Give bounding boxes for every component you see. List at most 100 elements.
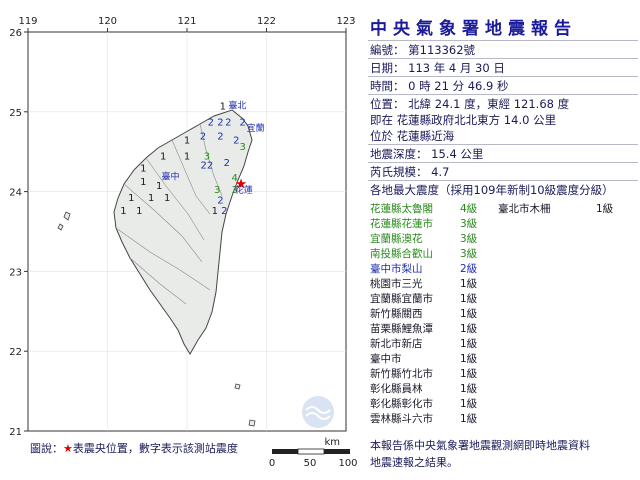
divider bbox=[368, 58, 638, 59]
station-name: 新竹縣竹北市 bbox=[370, 368, 433, 380]
station-name: 彰化縣彰化市 bbox=[370, 398, 433, 410]
station-level: 3級 bbox=[460, 218, 478, 230]
station-intensity-value: 3 bbox=[214, 185, 220, 196]
latitude-tick-label: 24 bbox=[9, 188, 22, 199]
footnote-line-1: 本報告係中央氣象署地震觀測網即時地震資料 bbox=[370, 439, 590, 452]
station-name: 苗栗縣鯉魚潭 bbox=[370, 323, 433, 335]
report-region: 位於 花蓮縣近海 bbox=[370, 129, 455, 143]
station-level: 4級 bbox=[460, 203, 478, 215]
station-level: 1級 bbox=[460, 323, 478, 335]
station-intensity-value: 2 bbox=[225, 117, 231, 128]
longitude-tick-label: 123 bbox=[336, 16, 355, 27]
station-intensity-value: 2 bbox=[217, 196, 223, 207]
station-intensity-value: 1 bbox=[184, 152, 190, 163]
station-intensity-value: 2 bbox=[217, 117, 223, 128]
station-level: 2級 bbox=[460, 263, 478, 275]
station-intensity-value: 3 bbox=[239, 142, 245, 153]
report-title: 中央氣象署地震報告 bbox=[370, 19, 577, 39]
divider bbox=[368, 162, 638, 163]
station-name: 桃園市三光 bbox=[370, 278, 423, 290]
station-intensity-value: 1 bbox=[128, 193, 134, 204]
station-intensity-value: 2 bbox=[221, 206, 227, 217]
place-label: 臺中 bbox=[162, 171, 180, 183]
epicenter-map: 119 120 121 122 123 26 25 24 23 22 21 12222212231… bbox=[0, 0, 360, 480]
intensity-header: 各地最大震度（採用109年新制10級震度分級） bbox=[370, 183, 614, 197]
place-label: 臺北 bbox=[228, 100, 246, 112]
station-level: 1級 bbox=[460, 383, 478, 395]
latitude-tick-label: 21 bbox=[9, 427, 22, 438]
latitude-ticks: 26 25 24 23 22 21 bbox=[9, 28, 28, 438]
footnote-line-2: 地震速報之結果。 bbox=[370, 456, 458, 469]
station-name: 臺中市梨山 bbox=[370, 263, 423, 275]
station-name: 花蓮縣花蓮市 bbox=[370, 218, 433, 230]
report-depth: 地震深度： 15.4 公里 bbox=[370, 147, 484, 161]
scale-tick-50: 50 bbox=[304, 458, 317, 469]
report-panel: 中央氣象署地震報告 編號： 第113362號 日期： 113 年 4 月 30 … bbox=[362, 0, 640, 480]
divider bbox=[368, 94, 638, 95]
station-name: 雲林縣斗六市 bbox=[370, 413, 433, 425]
station-intensity-value: 1 bbox=[220, 101, 226, 112]
scale-tick-0: 0 bbox=[269, 458, 275, 469]
station-intensity-value: 1 bbox=[140, 164, 146, 175]
station-name: 宜蘭縣宜蘭市 bbox=[370, 293, 433, 305]
station-name: 宜蘭縣澳花 bbox=[370, 233, 423, 245]
legend-text: 表震央位置，數字表示該測站震度 bbox=[72, 442, 238, 455]
latitude-tick-label: 23 bbox=[9, 267, 22, 278]
report-date: 日期： 113 年 4 月 30 日 bbox=[370, 61, 505, 75]
report-location-desc: 即在 花蓮縣政府北北東方 14.0 公里 bbox=[370, 113, 557, 127]
longitude-tick-label: 120 bbox=[98, 16, 117, 27]
report-magnitude: 芮氏規模： 4.7 bbox=[370, 165, 450, 179]
place-label: 宜蘭 bbox=[247, 122, 265, 134]
scale-unit: km bbox=[324, 437, 340, 448]
report-number: 編號： 第113362號 bbox=[370, 43, 476, 57]
report-time: 時間： 0 時 21 分 46.9 秒 bbox=[370, 79, 509, 93]
legend-prefix: 圖說： bbox=[30, 442, 63, 455]
report-location: 位置： 北緯 24.1 度，東經 121.68 度 bbox=[370, 97, 570, 111]
station-intensity-value: 22 bbox=[201, 160, 214, 171]
station-level: 1級 bbox=[460, 278, 478, 290]
station-name: 彰化縣員林 bbox=[370, 383, 423, 395]
station-intensity-value: 1 bbox=[164, 193, 170, 204]
longitude-tick-label: 119 bbox=[18, 16, 37, 27]
station-level: 1級 bbox=[460, 353, 478, 365]
divider bbox=[368, 76, 638, 77]
longitude-tick-label: 121 bbox=[177, 16, 196, 27]
extra-station-level: 1級 bbox=[596, 203, 614, 215]
station-level: 3級 bbox=[460, 248, 478, 260]
green-island bbox=[234, 383, 241, 390]
cwa-logo bbox=[302, 396, 334, 428]
extra-station-name: 臺北市木柵 bbox=[498, 203, 551, 215]
epicenter-star: ★ bbox=[235, 177, 248, 193]
station-intensity-value: 1 bbox=[160, 152, 166, 163]
divider bbox=[368, 40, 638, 41]
station-name: 臺中市 bbox=[370, 353, 402, 365]
station-intensity-value: 2 bbox=[224, 158, 230, 169]
station-level: 1級 bbox=[460, 338, 478, 350]
map-canvas: 119 120 121 122 123 262524232221 12 2 2 221 2 231… bbox=[9, 16, 357, 469]
station-level: 1級 bbox=[460, 368, 478, 380]
station-level: 1級 bbox=[460, 398, 478, 410]
station-intensity-value: 2 bbox=[217, 132, 223, 143]
station-level: 1級 bbox=[460, 308, 478, 320]
map-legend: 圖說：★表震央位置，數字表示該測站震度 bbox=[30, 440, 238, 456]
latitude-tick-label: 25 bbox=[9, 108, 22, 119]
station-name: 新北市新店 bbox=[370, 338, 423, 350]
station-intensity-value: 2 bbox=[200, 132, 206, 143]
station-name: 南投縣合歡山 bbox=[370, 248, 433, 260]
orchid-island bbox=[248, 419, 256, 427]
station-name: 新竹縣關西 bbox=[370, 308, 423, 320]
station-intensity-value: 1 bbox=[212, 206, 218, 217]
divider bbox=[368, 180, 638, 181]
latitude-tick-label: 26 bbox=[9, 28, 22, 39]
station-intensity-value: 1 bbox=[156, 181, 162, 192]
divider bbox=[368, 144, 638, 145]
legend-star-icon: ★ bbox=[63, 442, 73, 455]
station-intensity-value: 1 bbox=[140, 177, 146, 188]
station-intensity-value: 1 bbox=[120, 206, 126, 217]
latitude-tick-label: 22 bbox=[9, 347, 22, 358]
station-level: 3級 bbox=[460, 233, 478, 245]
station-name: 花蓮縣太魯閣 bbox=[370, 203, 433, 215]
station-level: 1級 bbox=[460, 293, 478, 305]
station-intensity-value: 2 bbox=[239, 117, 245, 128]
scale-tick-100: 100 bbox=[338, 458, 357, 469]
